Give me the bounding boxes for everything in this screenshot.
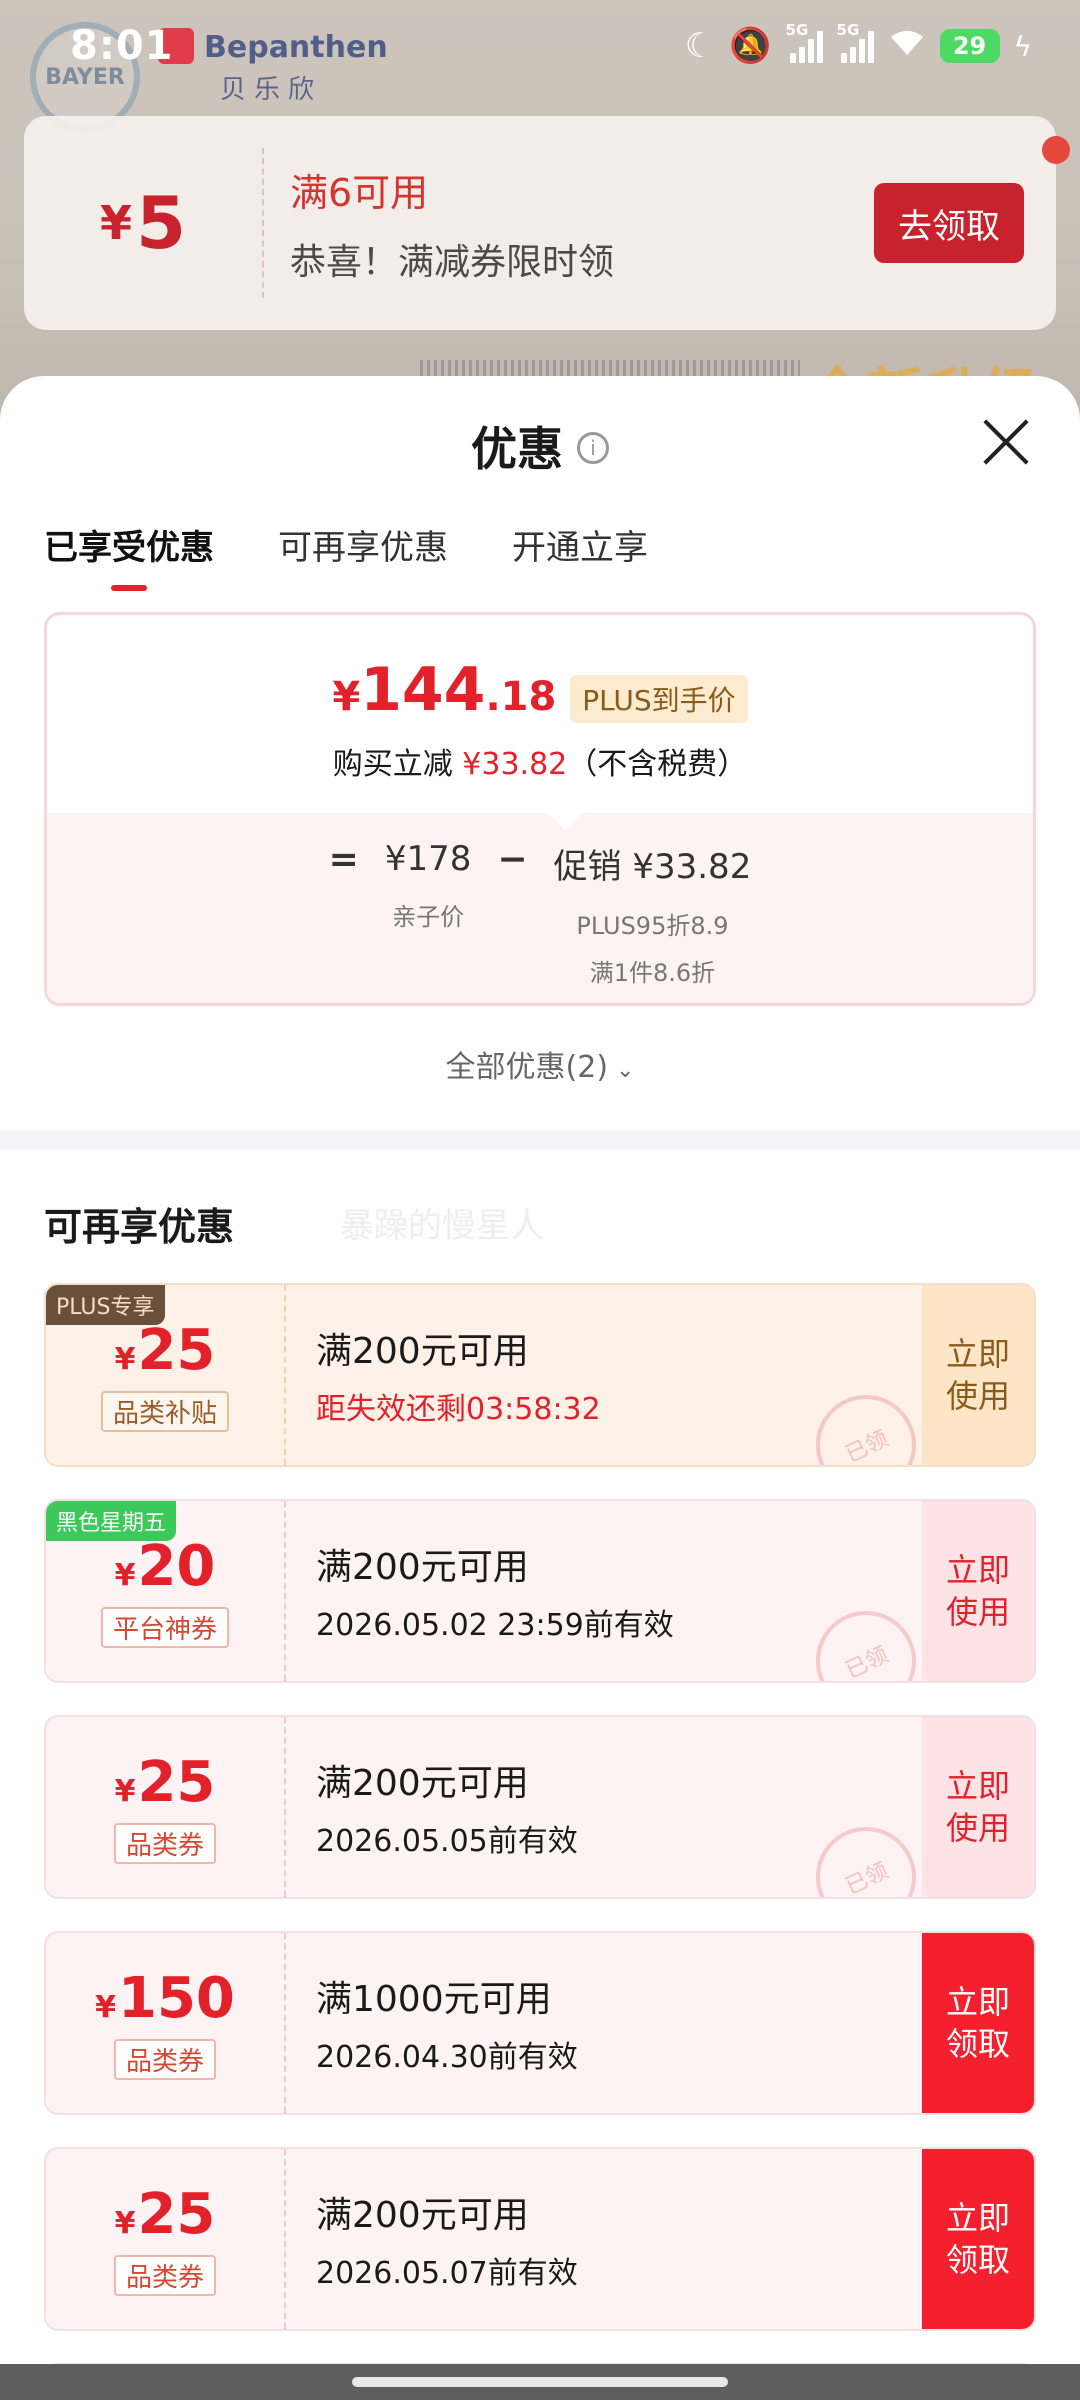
claim-now-button[interactable]: 立即 领取: [922, 2149, 1034, 2329]
minus-sign: −: [497, 839, 528, 880]
coupon-amount: ¥25: [114, 1318, 216, 1383]
discount-sheet: 优惠 i 已享受优惠 可再享优惠 开通立享 ¥144.18 PLUS到手价 购买…: [0, 376, 1080, 2364]
coupon-condition: 满200元可用: [316, 1763, 529, 1804]
coupon-amount: ¥20: [114, 1534, 216, 1599]
battery-icon: 29: [939, 29, 1000, 63]
chevron-down-icon: ⌄: [616, 1058, 635, 1083]
final-price: ¥144.18: [332, 655, 557, 725]
use-now-button[interactable]: 立即 使用: [922, 1501, 1034, 1681]
coupon-type: 平台神券: [100, 1607, 229, 1648]
tab-bar: 已享受优惠 可再享优惠 开通立享: [0, 516, 1080, 596]
notification-dot: [1042, 136, 1070, 164]
coupon-card: ¥150 品类券 满1000元可用 2026.04.30前有效 立即 领取: [44, 1931, 1036, 2115]
claim-now-button[interactable]: 立即 领取: [922, 1933, 1034, 2113]
price-breakdown: = ¥178 亲子价 − 促销 ¥33.82 PLUS95折8.9 满1件8.6…: [47, 812, 1033, 1003]
price-summary-card: ¥144.18 PLUS到手价 购买立减 ¥33.82（不含税费） = ¥178…: [44, 612, 1036, 1006]
base-price: ¥178: [384, 839, 472, 879]
coupon-amount: ¥25: [114, 2182, 216, 2247]
promo-detail-1: PLUS95折8.9: [576, 912, 729, 940]
coupon-condition: 满200元可用: [316, 1547, 529, 1588]
promo-amount: 促销 ¥33.82: [553, 847, 752, 887]
tab-activate[interactable]: 开通立享: [512, 516, 648, 569]
banner-claim-button[interactable]: 去领取: [874, 183, 1024, 263]
coupon-card: PLUS专享 ¥25 品类补贴 满200元可用 距失效还剩03:58:32 已领…: [44, 1283, 1036, 1467]
signal-icon: 5G: [786, 21, 823, 63]
close-icon[interactable]: [976, 412, 1036, 472]
use-now-button[interactable]: 立即 使用: [922, 1285, 1034, 1465]
coupon-type: 品类券: [113, 2255, 216, 2296]
coupon-type: 品类补贴: [100, 1391, 229, 1432]
plus-price-tag: PLUS到手价: [570, 675, 748, 723]
section-title: 可再享优惠 暴躁的慢星人: [0, 1150, 1080, 1251]
base-price-label: 亲子价: [392, 903, 465, 931]
section-divider: [0, 1130, 1080, 1150]
info-icon[interactable]: i: [577, 432, 609, 464]
banner-coupon-amount: ¥ 5: [24, 148, 264, 298]
status-bar: 8:01 ☾ 🔕 5G 5G 29 ϟ: [0, 0, 1080, 92]
all-deals-toggle[interactable]: 全部优惠(2) ⌄: [0, 1042, 1080, 1086]
coupon-type: 品类券: [113, 1823, 216, 1864]
sheet-title: 优惠: [471, 422, 563, 476]
signal-icon: 5G: [837, 21, 874, 63]
tab-more-deals[interactable]: 可再享优惠: [278, 516, 448, 569]
top-coupon-banner: ¥ 5 满6可用 恭喜！满减券限时领 去领取: [24, 116, 1056, 330]
banner-coupon-subtitle: 恭喜！满减券限时领: [290, 241, 615, 283]
charging-icon: ϟ: [1013, 29, 1032, 63]
wifi-icon: [888, 26, 926, 66]
home-gesture-handle[interactable]: [352, 2377, 728, 2387]
use-now-button[interactable]: 立即 使用: [922, 1717, 1034, 1897]
navigation-bar: [0, 2364, 1080, 2400]
tab-enjoyed[interactable]: 已享受优惠: [44, 516, 214, 591]
equals-sign: =: [328, 839, 359, 880]
watermark-text: 暴躁的慢星人: [340, 1206, 544, 1246]
status-time: 8:01: [70, 23, 174, 69]
coupon-condition: 满1000元可用: [316, 1979, 552, 2020]
coupon-card: ¥25 品类券 满200元可用 2026.05.05前有效 已领 立即 使用: [44, 1715, 1036, 1899]
reduce-summary: 购买立减 ¥33.82（不含税费）: [332, 747, 748, 782]
coupon-card: ¥25 品类券 满200元可用 2026.05.07前有效 立即 领取: [44, 2147, 1036, 2331]
coupon-condition: 满200元可用: [316, 2195, 529, 2236]
coupon-card: 黑色星期五 ¥20 平台神券 满200元可用 2026.05.02 23:59前…: [44, 1499, 1036, 1683]
coupon-list: PLUS专享 ¥25 品类补贴 满200元可用 距失效还剩03:58:32 已领…: [0, 1251, 1080, 2364]
promo-detail-2: 满1件8.6折: [589, 959, 716, 987]
coupon-type: 品类券: [113, 2039, 216, 2080]
moon-icon: ☾: [684, 26, 716, 66]
mute-icon: 🔕: [729, 26, 772, 66]
coupon-expiry: 2026.04.30前有效: [316, 2040, 578, 2075]
coupon-condition: 满200元可用: [316, 1331, 529, 1372]
coupon-amount: ¥25: [114, 1750, 216, 1815]
coupon-amount: ¥150: [95, 1966, 235, 2031]
coupon-expiry: 2026.05.07前有效: [316, 2256, 578, 2291]
banner-coupon-title: 满6可用: [290, 170, 429, 215]
